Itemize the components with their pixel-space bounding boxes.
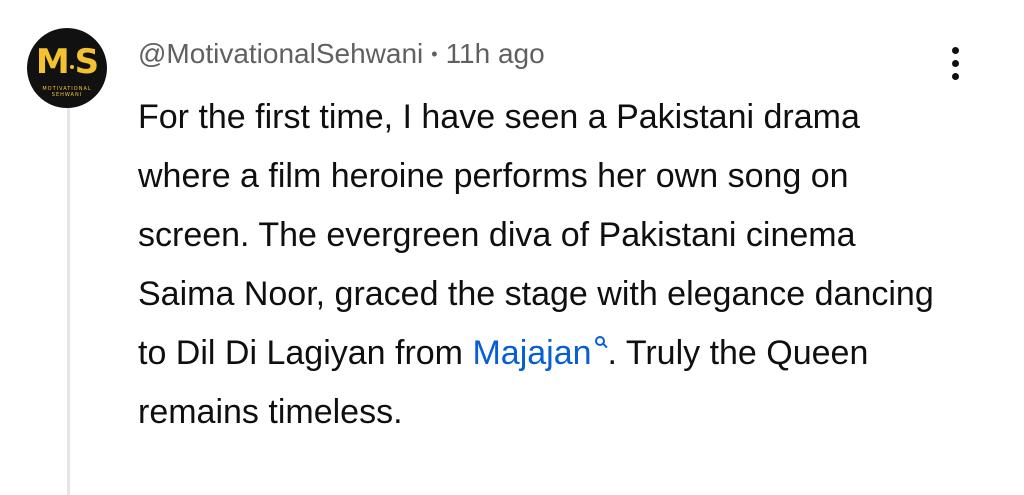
search-icon[interactable] — [594, 336, 606, 350]
comment-header: @MotivationalSehwani • 11h ago — [138, 36, 545, 72]
thread-line — [67, 108, 70, 495]
avatar[interactable]: MS MOTIVATIONAL SEHWANI — [27, 28, 107, 108]
author-name[interactable]: @MotivationalSehwani — [138, 38, 423, 69]
avatar-logo: MS — [35, 42, 99, 82]
more-vert-icon — [952, 47, 959, 54]
search-link-label[interactable]: Majajan — [472, 334, 591, 372]
more-options-button[interactable] — [940, 38, 970, 88]
comment-text-part: For the first time, I have seen a Pakist… — [138, 98, 934, 372]
comment-timestamp[interactable]: 11h ago — [446, 38, 545, 69]
avatar-tagline: MOTIVATIONAL SEHWANI — [42, 86, 92, 98]
search-link[interactable]: Majajan — [472, 334, 607, 372]
separator-dot: • — [431, 44, 438, 64]
comment-text: For the first time, I have seen a Pakist… — [138, 88, 958, 442]
